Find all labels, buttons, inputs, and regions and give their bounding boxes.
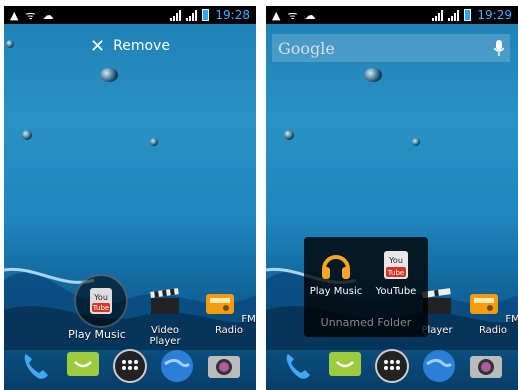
water-drop [284, 130, 294, 140]
dock [266, 342, 518, 390]
folder-item-label: YouTube [375, 286, 417, 297]
battery-icon [202, 9, 210, 21]
signal-icon [170, 9, 182, 21]
home-screen-left: ▲ ᯤ ☁ 19:28 ✕ Remove You Tube Play Music … [4, 6, 256, 390]
google-search-bar[interactable]: Google [272, 34, 510, 62]
water-drop [6, 40, 14, 48]
phone-icon[interactable] [280, 348, 316, 384]
remove-label: Remove [113, 38, 170, 54]
headphones-icon [322, 255, 350, 279]
app-fm-radio[interactable]: FM Radio [198, 286, 256, 336]
battery-icon [464, 9, 472, 21]
radio-icon [470, 294, 499, 314]
app-fm-radio[interactable]: FM Radio [462, 286, 518, 336]
dragging-label: Play Music [68, 328, 126, 341]
signal-icon-2 [186, 9, 198, 21]
signal-icon [432, 9, 444, 21]
youtube-icon: You Tube [90, 288, 112, 314]
warning-icon: ▲ [10, 8, 19, 22]
clock: 19:28 [215, 8, 250, 22]
remove-drop-target[interactable]: ✕ Remove [4, 36, 256, 57]
water-drop [150, 138, 158, 146]
svg-text:You: You [388, 256, 403, 265]
app-drawer-icon[interactable] [374, 348, 410, 384]
notification-icon: ☁ [42, 8, 54, 22]
radio-icon [206, 294, 235, 314]
dock [4, 342, 256, 390]
wifi-icon: ᯤ [287, 8, 298, 22]
folder-popup: Play Music You Tube YouTube Unnamed Fold… [304, 237, 428, 337]
app-drawer-icon[interactable] [112, 348, 148, 384]
signal-icon-2 [448, 9, 460, 21]
folder-item-youtube[interactable]: You Tube YouTube [366, 247, 426, 297]
svg-text:You: You [93, 293, 108, 302]
clock: 19:29 [477, 8, 512, 22]
notification-icon: ☁ [304, 8, 316, 22]
youtube-icon: You Tube [384, 251, 408, 279]
water-drop [412, 138, 420, 146]
close-icon: ✕ [90, 36, 106, 57]
warning-icon: ▲ [272, 8, 281, 22]
app-video-player[interactable]: Video Player [134, 286, 196, 347]
water-drop [364, 68, 382, 82]
folder-name-field[interactable]: Unnamed Folder [304, 316, 428, 329]
dragging-shortcut[interactable]: You Tube [74, 274, 128, 328]
browser-icon[interactable] [421, 348, 457, 384]
messaging-icon[interactable] [327, 348, 363, 384]
status-bar: ▲ ᯤ ☁ 19:28 [4, 6, 256, 24]
phone-icon[interactable] [18, 348, 54, 384]
wifi-icon: ᯤ [25, 8, 36, 22]
google-logo: Google [278, 38, 335, 58]
folder-item-play-music[interactable]: Play Music [306, 247, 366, 297]
svg-text:Tube: Tube [92, 304, 109, 312]
camera-icon[interactable] [468, 348, 504, 384]
microphone-icon[interactable] [494, 40, 504, 56]
water-drop [22, 130, 32, 140]
home-screen-right: ▲ ᯤ ☁ 19:29 Google Player FM Radio Play … [266, 6, 518, 390]
status-bar: ▲ ᯤ ☁ 19:29 [266, 6, 518, 24]
browser-icon[interactable] [159, 348, 195, 384]
messaging-icon[interactable] [65, 348, 101, 384]
clapperboard-icon [150, 288, 179, 314]
folder-item-label: Play Music [309, 286, 363, 297]
camera-icon[interactable] [206, 348, 242, 384]
svg-text:Tube: Tube [387, 269, 404, 277]
water-drop [100, 68, 118, 82]
